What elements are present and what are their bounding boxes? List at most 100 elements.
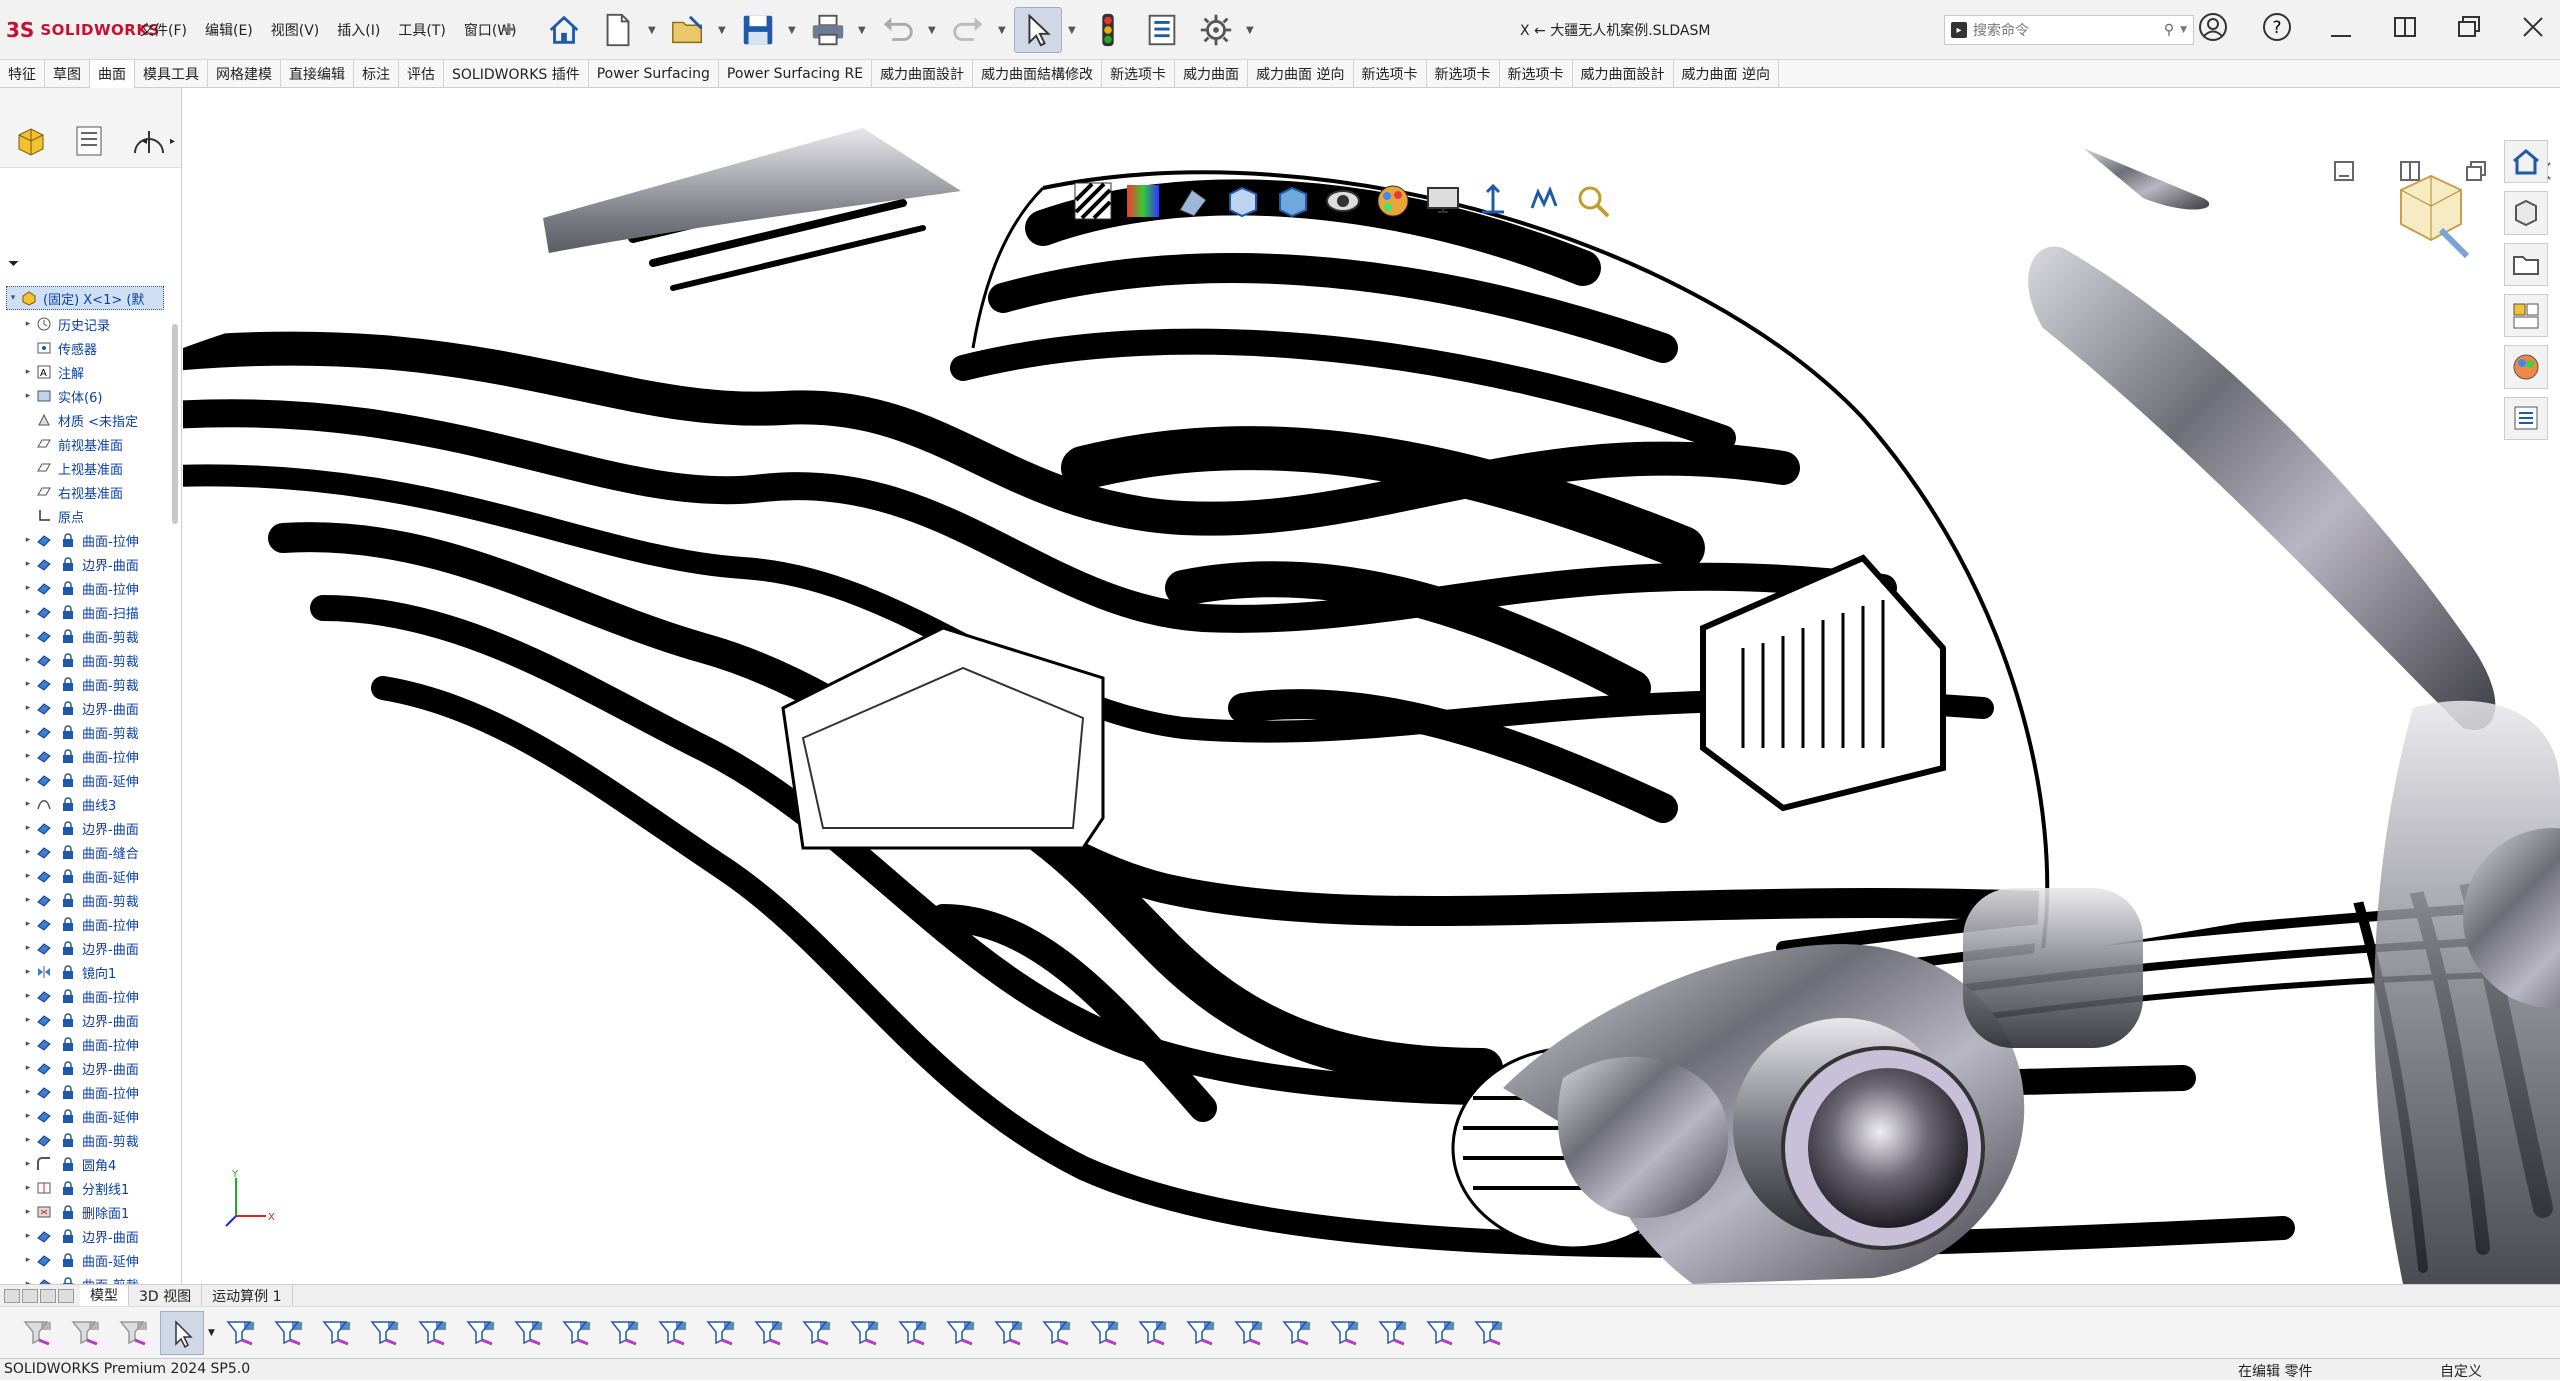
select-button[interactable] bbox=[1014, 7, 1062, 53]
tree-item[interactable]: ▸ 曲面-拉伸 bbox=[22, 912, 139, 936]
tree-item[interactable]: ▸ 镜向1 bbox=[22, 960, 116, 984]
magic-select-icon[interactable] bbox=[219, 1311, 263, 1355]
tree-item[interactable]: ▸ 曲面-延伸 bbox=[22, 768, 139, 792]
options-button[interactable] bbox=[1192, 7, 1240, 53]
file-explorer-icon[interactable] bbox=[2504, 242, 2548, 286]
chevron-right-icon[interactable]: ▸ bbox=[22, 679, 34, 689]
filter-mates-icon[interactable] bbox=[1419, 1311, 1463, 1355]
chevron-right-icon[interactable]: ▸ bbox=[22, 919, 34, 929]
apply-scene-icon[interactable] bbox=[1421, 179, 1465, 223]
chevron-right-icon[interactable]: ▸ bbox=[22, 991, 34, 1001]
first-tab-icon[interactable] bbox=[4, 1288, 20, 1303]
command-tab[interactable]: 直接编辑 bbox=[281, 60, 354, 88]
filter-gtol-icon[interactable] bbox=[939, 1311, 983, 1355]
tree-item[interactable]: ▸ 曲面-拉伸 bbox=[22, 528, 139, 552]
filter-sketch-points-icon[interactable] bbox=[603, 1311, 647, 1355]
chevron-right-icon[interactable]: ▸ bbox=[22, 1039, 34, 1049]
chevron-right-icon[interactable]: ▸ bbox=[22, 967, 34, 977]
view-palette-icon[interactable] bbox=[2504, 293, 2548, 338]
chevron-down-icon[interactable]: ▼ bbox=[1246, 25, 1256, 36]
close-icon[interactable] bbox=[2516, 10, 2550, 44]
graphics-area[interactable]: YX bbox=[183, 88, 2560, 1284]
command-tab[interactable]: 模具工具 bbox=[135, 60, 208, 88]
chevron-right-icon[interactable]: ▸ bbox=[170, 136, 175, 147]
tree-item[interactable]: ▸ 曲面-拉伸 bbox=[22, 744, 139, 768]
command-tab[interactable]: 威力曲面 bbox=[1175, 60, 1249, 88]
filter-icon[interactable]: ⏷ bbox=[8, 256, 19, 272]
chevron-right-icon[interactable]: ▸ bbox=[22, 847, 34, 857]
tree-item[interactable]: 材质 <未指定 bbox=[22, 408, 138, 432]
chevron-right-icon[interactable]: ▸ bbox=[22, 1087, 34, 1097]
command-tab[interactable]: 威力曲面設計 bbox=[1573, 60, 1674, 88]
menu-file[interactable]: 文件(F) bbox=[140, 20, 187, 40]
tree-item[interactable]: ▸ 曲线3 bbox=[22, 792, 116, 816]
command-tab[interactable]: SOLIDWORKS 插件 bbox=[444, 60, 589, 88]
filter-center-marks-icon[interactable] bbox=[747, 1311, 791, 1355]
chevron-right-icon[interactable]: ▸ bbox=[22, 367, 34, 377]
chevron-right-icon[interactable]: ▸ bbox=[22, 751, 34, 761]
zebra-stripes-icon[interactable] bbox=[1071, 179, 1115, 223]
select-all-filters-icon[interactable] bbox=[112, 1311, 156, 1355]
chevron-down-icon[interactable]: ▼ bbox=[858, 25, 868, 36]
tree-item[interactable]: ▸ 曲面-剪裁 bbox=[22, 672, 139, 696]
design-library-icon[interactable] bbox=[2504, 191, 2548, 235]
filter-planes-icon[interactable] bbox=[555, 1311, 599, 1355]
display-style-icon[interactable] bbox=[1271, 179, 1315, 223]
solidworks-resources-icon[interactable] bbox=[2504, 140, 2548, 184]
filter-centerlines-icon[interactable] bbox=[795, 1311, 839, 1355]
tree-item[interactable]: 前视基准面 bbox=[22, 432, 123, 456]
tree-item[interactable]: ▸ 曲面-剪裁 bbox=[22, 888, 139, 912]
tree-item[interactable]: ▸ 曲面-缝合 bbox=[22, 840, 139, 864]
solidworks-logo[interactable]: 3S SOLIDWORKS bbox=[6, 16, 160, 44]
tab-motion-study[interactable]: 运动算例 1 bbox=[202, 1284, 293, 1307]
chevron-down-icon[interactable]: ▼ bbox=[648, 25, 658, 36]
chevron-right-icon[interactable]: ▸ bbox=[22, 319, 34, 329]
filter-edges-icon[interactable] bbox=[315, 1311, 359, 1355]
filter-solids-icon[interactable] bbox=[459, 1311, 503, 1355]
hide-show-icon[interactable] bbox=[1321, 179, 1365, 223]
command-tab[interactable]: 新选项卡 bbox=[1427, 60, 1500, 88]
chevron-right-icon[interactable]: ▸ bbox=[22, 1015, 34, 1025]
appearances-scenes-icon[interactable] bbox=[2504, 345, 2548, 389]
chevron-down-icon[interactable]: ▼ bbox=[788, 25, 798, 36]
tree-item[interactable]: ▸ 实体(6) bbox=[22, 384, 102, 408]
tree-item[interactable]: ▸ 边界-曲面 bbox=[22, 552, 139, 576]
command-tab[interactable]: 新选项卡 bbox=[1102, 60, 1176, 88]
next-tab-icon[interactable] bbox=[40, 1288, 56, 1303]
chevron-right-icon[interactable]: ▸ bbox=[22, 607, 34, 617]
chevron-right-icon[interactable]: ▸ bbox=[22, 1111, 34, 1121]
appearance-icon[interactable] bbox=[1121, 179, 1165, 223]
tree-item[interactable]: ▸ 边界-曲面 bbox=[22, 696, 139, 720]
tree-item[interactable]: ▸ 曲面-延伸 bbox=[22, 1104, 139, 1128]
chevron-down-icon[interactable]: ▼ bbox=[928, 25, 938, 36]
clear-filters-icon[interactable] bbox=[64, 1311, 108, 1355]
print-button[interactable] bbox=[804, 7, 852, 53]
tree-item[interactable]: ▸ 圆角4 bbox=[22, 1152, 116, 1176]
tree-item[interactable]: ▸ 曲面-剪裁 bbox=[22, 1128, 139, 1152]
select-tool-icon[interactable] bbox=[160, 1310, 204, 1355]
tree-item[interactable]: 传感器 bbox=[22, 336, 97, 360]
prev-tab-icon[interactable] bbox=[22, 1288, 38, 1303]
filter-routing-icon[interactable] bbox=[1275, 1311, 1319, 1355]
filter-connection-points-icon[interactable] bbox=[1323, 1311, 1367, 1355]
help-icon[interactable]: ? bbox=[2260, 10, 2294, 44]
chevron-right-icon[interactable]: ▸ bbox=[22, 1159, 34, 1169]
chevron-right-icon[interactable]: ▸ bbox=[22, 775, 34, 785]
tree-root-part[interactable]: ▾ (固定) X<1> (默 bbox=[6, 286, 164, 310]
tree-item[interactable]: ▸ 曲面-扫描 bbox=[22, 600, 139, 624]
tree-item[interactable]: ▸ A 注解 bbox=[22, 360, 84, 384]
viewport-minimize-icon[interactable] bbox=[2333, 160, 2355, 186]
chevron-down-icon[interactable]: ▼ bbox=[998, 25, 1008, 36]
filter-surface-finish-icon[interactable] bbox=[891, 1311, 935, 1355]
redo-button[interactable] bbox=[944, 7, 992, 53]
chevron-right-icon[interactable]: ▸ bbox=[22, 871, 34, 881]
pin-icon[interactable]: ✚ bbox=[502, 20, 515, 39]
chevron-right-icon[interactable]: ▸ bbox=[22, 1207, 34, 1217]
command-tab[interactable]: 标注 bbox=[354, 60, 399, 88]
tree-item[interactable]: ▸ 边界-曲面 bbox=[22, 816, 139, 840]
menu-view[interactable]: 视图(V) bbox=[271, 20, 320, 40]
command-tab[interactable]: 威力曲面結構修改 bbox=[973, 60, 1103, 88]
filter-weld-icon[interactable] bbox=[1083, 1311, 1127, 1355]
command-tab[interactable]: 特征 bbox=[0, 60, 45, 88]
tree-item[interactable]: ▸ 曲面-拉伸 bbox=[22, 1032, 139, 1056]
